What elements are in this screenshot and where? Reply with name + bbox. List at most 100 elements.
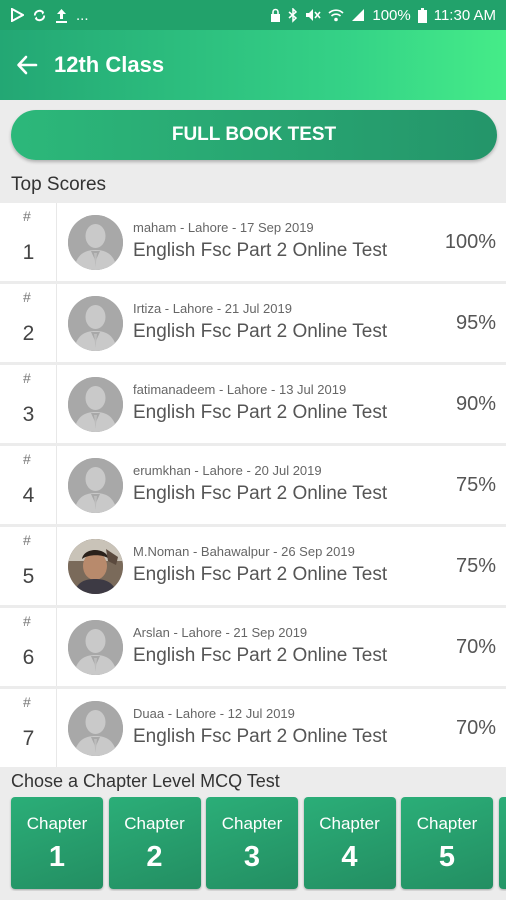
app-bar: 12th Class (0, 30, 506, 100)
chapter-number: 5 (438, 841, 456, 873)
score-percentage: 75% (455, 474, 496, 496)
rank-hash-label: # (23, 694, 31, 710)
chapter-number: 1 (48, 841, 66, 873)
upload-icon (56, 8, 67, 23)
user-photo-avatar (68, 539, 123, 594)
chapter-button[interactable]: Chapter 3 (206, 797, 298, 889)
battery-percentage: 100% (372, 6, 411, 24)
score-meta: Duaa - Lahore - 12 Jul 2019 (133, 706, 295, 721)
chapter-button[interactable]: Chapter 4 (303, 797, 396, 889)
default-avatar-icon (68, 377, 123, 432)
chapter-number: 3 (243, 841, 261, 873)
score-percentage: 70% (455, 717, 496, 739)
test-name: English Fsc Part 2 Online Test (133, 645, 388, 666)
chapter-button[interactable] (498, 797, 506, 889)
chapter-button[interactable]: Chapter 1 (11, 797, 103, 889)
top-scores-heading: Top Scores (11, 174, 107, 195)
score-row[interactable]: #5 M.Noman - Bahawalpur - 26 Sep 2019 Engl… (0, 527, 506, 605)
chapter-buttons-row: Chapter 1 Chapter 2 Chapter 3 Chapter 4 Chapter 5 (0, 797, 506, 891)
score-row[interactable]: #6 Arslan - Lahore - 21 Sep 2019 English F… (0, 608, 506, 686)
score-percentage: 95% (455, 312, 496, 334)
signal-icon (352, 9, 365, 21)
rank-hash-label: # (23, 532, 31, 548)
score-meta: Irtiza - Lahore - 21 Jul 2019 (133, 301, 292, 316)
rank-hash-label: # (23, 289, 31, 305)
status-bar: ... 100% 11:30 AM (0, 0, 506, 30)
rank-hash-label: # (23, 370, 31, 386)
rank-column: #7 (0, 689, 57, 767)
avatar (68, 458, 123, 513)
score-meta: fatimanadeem - Lahore - 13 Jul 2019 (133, 382, 347, 397)
rank-number: 5 (22, 565, 35, 588)
score-percentage: 70% (455, 636, 496, 658)
status-system-icons: 100% 11:30 AM (270, 7, 496, 24)
rank-number: 2 (22, 322, 35, 345)
chapter-number: 2 (146, 841, 163, 873)
chapter-button[interactable]: Chapter 2 (108, 797, 201, 889)
back-arrow-icon[interactable] (14, 52, 40, 78)
avatar (68, 296, 123, 351)
rank-column: #2 (0, 284, 57, 362)
rank-column: #3 (0, 365, 57, 443)
wifi-icon (328, 9, 344, 22)
test-name: English Fsc Part 2 Online Test (133, 240, 388, 261)
score-row[interactable]: #2 Irtiza - Lahore - 21 Jul 2019 English F… (0, 284, 506, 362)
avatar (68, 377, 123, 432)
test-name: English Fsc Part 2 Online Test (133, 726, 388, 747)
chapter-label: Chapter (26, 814, 88, 833)
rank-column: #4 (0, 446, 57, 524)
chapters-heading: Chose a Chapter Level MCQ Test (11, 771, 280, 791)
rank-column: #1 (0, 203, 57, 281)
score-row[interactable]: #4 erumkhan - Lahore - 20 Jul 2019 English… (0, 446, 506, 524)
default-avatar-icon (68, 620, 123, 675)
chapter-number: 4 (341, 841, 358, 873)
sync-icon (33, 9, 46, 21)
score-meta: maham - Lahore - 17 Sep 2019 (133, 220, 314, 235)
page-title: 12th Class (54, 52, 165, 77)
score-meta: M.Noman - Bahawalpur - 26 Sep 2019 (133, 544, 355, 559)
chapter-button[interactable]: Chapter 5 (401, 797, 493, 889)
avatar (68, 215, 123, 270)
chapter-label: Chapter (124, 814, 185, 833)
default-avatar-icon (68, 458, 123, 513)
rank-column: #6 (0, 608, 57, 686)
bluetooth-icon (288, 7, 298, 23)
clock: 11:30 AM (433, 6, 496, 24)
score-row[interactable]: #3 fatimanadeem - Lahore - 13 Jul 2019 Eng… (0, 365, 506, 443)
avatar (68, 620, 123, 675)
score-row[interactable]: #7 Duaa - Lahore - 12 Jul 2019 English Fsc… (0, 689, 506, 767)
battery-icon (417, 7, 427, 23)
default-avatar-icon (68, 215, 123, 270)
avatar (68, 701, 123, 756)
full-book-test-button[interactable]: FULL BOOK TEST (11, 110, 497, 160)
rank-hash-label: # (23, 208, 31, 224)
mute-icon (306, 9, 321, 21)
rank-number: 6 (22, 646, 35, 669)
test-name: English Fsc Part 2 Online Test (133, 564, 388, 585)
default-avatar-icon (68, 701, 123, 756)
more-notifications: ... (76, 6, 89, 24)
rank-number: 7 (22, 727, 35, 750)
rank-column: #5 (0, 527, 57, 605)
test-name: English Fsc Part 2 Online Test (133, 483, 388, 504)
avatar (68, 539, 123, 594)
rank-hash-label: # (23, 451, 31, 467)
score-percentage: 75% (455, 555, 496, 577)
chapter-label: Chapter (416, 814, 478, 833)
rank-number: 3 (22, 403, 35, 426)
score-percentage: 90% (455, 393, 496, 415)
score-meta: Arslan - Lahore - 21 Sep 2019 (133, 625, 308, 640)
play-icon (11, 8, 24, 22)
lock-icon (271, 8, 281, 22)
rank-number: 1 (22, 241, 35, 264)
score-meta: erumkhan - Lahore - 20 Jul 2019 (133, 463, 322, 478)
test-name: English Fsc Part 2 Online Test (133, 321, 388, 342)
chapter-label: Chapter (319, 814, 380, 833)
score-percentage: 100% (444, 231, 496, 253)
status-notification-icons: ... (10, 7, 89, 24)
rank-number: 4 (22, 484, 35, 507)
rank-hash-label: # (23, 613, 31, 629)
test-name: English Fsc Part 2 Online Test (133, 402, 388, 423)
chapter-label: Chapter (221, 814, 283, 833)
score-row[interactable]: #1 maham - Lahore - 17 Sep 2019 English Fs… (0, 203, 506, 281)
